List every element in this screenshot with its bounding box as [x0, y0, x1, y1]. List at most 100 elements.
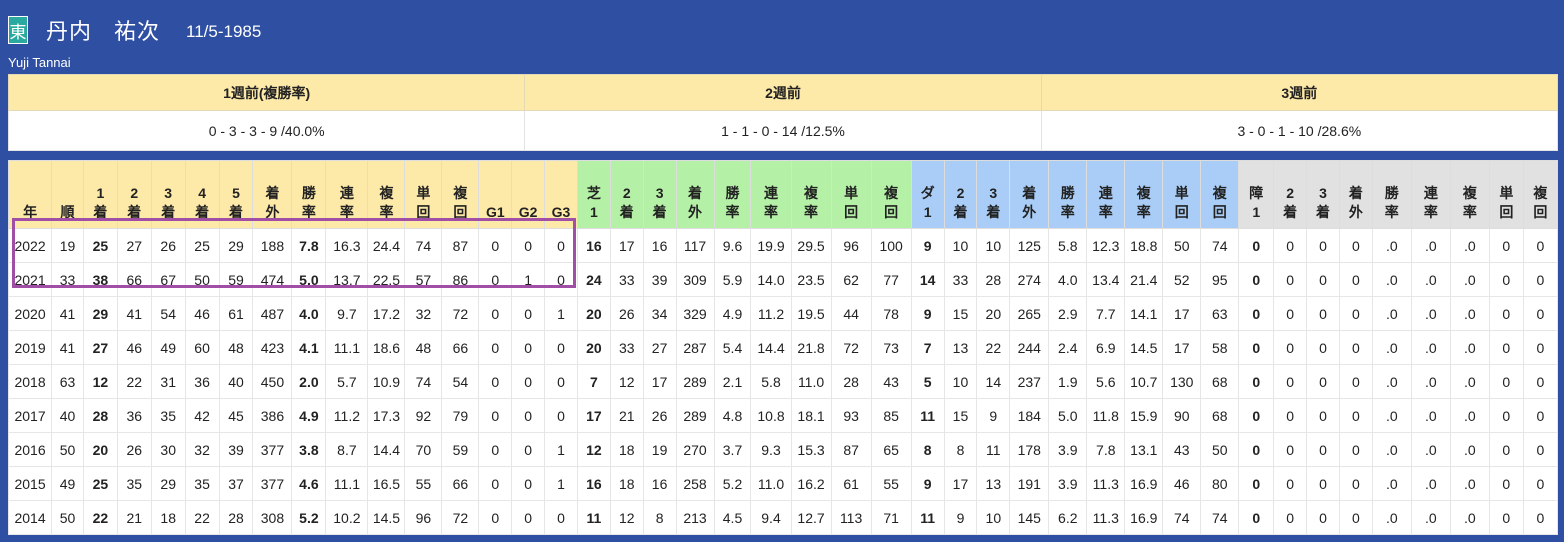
stat-cell: 11.1 [325, 330, 369, 365]
stat-cell: 29 [82, 296, 118, 331]
stat-cell: 0 [1273, 262, 1308, 297]
stats-header-2: 1着 [82, 160, 118, 229]
week-1-value: 0 - 3 - 3 - 9 /40.0% [7, 110, 526, 151]
stat-cell: 19.9 [750, 228, 792, 263]
stat-cell: 14 [976, 364, 1011, 399]
stat-cell: 16.5 [367, 466, 406, 501]
stat-cell: 10 [943, 364, 978, 399]
stat-cell: 0 [511, 364, 546, 399]
stats-header-line1: 5 [232, 185, 240, 201]
stat-cell: 54 [441, 364, 480, 399]
stat-cell: 18 [609, 432, 644, 467]
stat-cell: 0 [1488, 432, 1524, 467]
stat-cell: 8.7 [325, 432, 369, 467]
stat-cell: 1 [544, 296, 578, 331]
stat-cell: 39 [218, 432, 254, 467]
stats-header-line1 [52, 184, 83, 203]
stat-cell: 22 [82, 500, 118, 535]
stats-header-21: 連率 [750, 160, 792, 229]
stats-header-line1: 複 [379, 185, 394, 201]
stat-cell: 32 [184, 432, 220, 467]
stat-cell: 14.0 [750, 262, 792, 297]
stat-cell: 0 [511, 398, 546, 433]
stat-cell: 85 [870, 398, 912, 433]
stat-cell: 0 [1238, 228, 1275, 263]
stat-cell: 5.2 [713, 466, 752, 501]
stats-header-line2: 着 [619, 204, 634, 220]
stat-cell: 74 [1162, 500, 1202, 535]
stats-header-line1: 単 [844, 185, 859, 201]
stat-cell: 59 [218, 262, 254, 297]
stat-cell: 17 [642, 364, 677, 399]
stat-cell: 50 [51, 432, 84, 467]
stats-header-line2: 外 [265, 204, 280, 220]
stat-cell: .0 [1371, 364, 1412, 399]
stats-header-35: 2着 [1273, 160, 1308, 229]
stat-cell: 0 [1488, 330, 1524, 365]
stat-cell: 9.3 [750, 432, 792, 467]
stat-cell: 35 [150, 398, 186, 433]
stats-header-line1: 2 [130, 185, 139, 201]
stat-cell: 16.2 [790, 466, 832, 501]
stats-header-16: 芝1 [576, 160, 611, 229]
stats-header-31: 複率 [1124, 160, 1164, 229]
stat-cell: 55 [870, 466, 912, 501]
stats-header-25: ダ1 [910, 160, 945, 229]
stat-cell: 0 [1488, 228, 1524, 263]
stat-cell: 35 [184, 466, 220, 501]
stat-cell: 15.9 [1124, 398, 1164, 433]
stats-header-26: 2着 [943, 160, 978, 229]
stat-cell: 21 [116, 500, 152, 535]
stat-cell: 12 [609, 364, 644, 399]
affiliation-badge: 東 [8, 16, 28, 44]
stats-header-13: G1 [478, 160, 513, 229]
stat-cell: 0 [1306, 330, 1340, 365]
stat-cell: 16.3 [325, 228, 369, 263]
stat-cell: 33 [943, 262, 978, 297]
stat-cell: 5.8 [750, 364, 792, 399]
stat-cell: 0 [1488, 364, 1524, 399]
stats-header-line2: 率 [339, 204, 354, 220]
table-row: 2021 33 38 66 67 50 59 474 5.0 13.7 22.5 57 86 0 1 0 24 3… [7, 262, 1559, 297]
stat-cell: 38 [82, 262, 118, 297]
stat-cell: 13 [943, 330, 978, 365]
table-row: 2022 19 25 27 26 25 29 188 7.8 16.3 24.4 74 87 0 0 0 16 1… [7, 228, 1559, 263]
stat-cell: 48 [218, 330, 254, 365]
year-cell: 2022 [7, 228, 53, 263]
stats-header-line2: 回 [884, 204, 899, 220]
stat-cell: 18 [150, 500, 186, 535]
stat-cell: 0 [511, 330, 546, 365]
stat-cell: 18.8 [1124, 228, 1164, 263]
stat-cell: 14.1 [1124, 296, 1164, 331]
stat-cell: 22 [116, 364, 152, 399]
stat-cell: .0 [1410, 364, 1451, 399]
stats-header-line2: 1 [923, 204, 932, 220]
recent-weeks-table: 1週前(複勝率) 2週前 3週前 0 - 3 - 3 - 9 /40.0% 1 … [7, 74, 1559, 151]
stats-header-line1: 単 [416, 185, 431, 201]
stat-cell: 96 [830, 228, 872, 263]
stat-cell: 0 [1522, 228, 1559, 263]
stat-cell: 77 [870, 262, 912, 297]
stat-cell: 17 [576, 398, 611, 433]
stat-cell: 19.5 [790, 296, 832, 331]
stats-header-line1: 連 [764, 185, 778, 201]
stat-cell: 66 [116, 262, 152, 297]
stat-cell: 0 [1238, 330, 1275, 365]
stat-cell: 57 [404, 262, 443, 297]
stats-header-line2: 回 [1212, 204, 1227, 220]
stat-cell: 0 [1306, 500, 1340, 535]
stat-cell: 386 [252, 398, 293, 433]
stats-header-38: 勝率 [1371, 160, 1412, 229]
stat-cell: 0 [478, 466, 513, 501]
stat-cell: 60 [184, 330, 220, 365]
stat-cell: 29.5 [790, 228, 832, 263]
stat-cell: .0 [1371, 296, 1412, 331]
stat-cell: 87 [830, 432, 872, 467]
stats-header-line2: 外 [1022, 204, 1037, 220]
stat-cell: 43 [870, 364, 912, 399]
stat-cell: 377 [252, 466, 293, 501]
stat-cell: 95 [1200, 262, 1240, 297]
stats-header-17: 2着 [609, 160, 644, 229]
stat-cell: 16.9 [1124, 500, 1164, 535]
stat-cell: 17 [943, 466, 978, 501]
